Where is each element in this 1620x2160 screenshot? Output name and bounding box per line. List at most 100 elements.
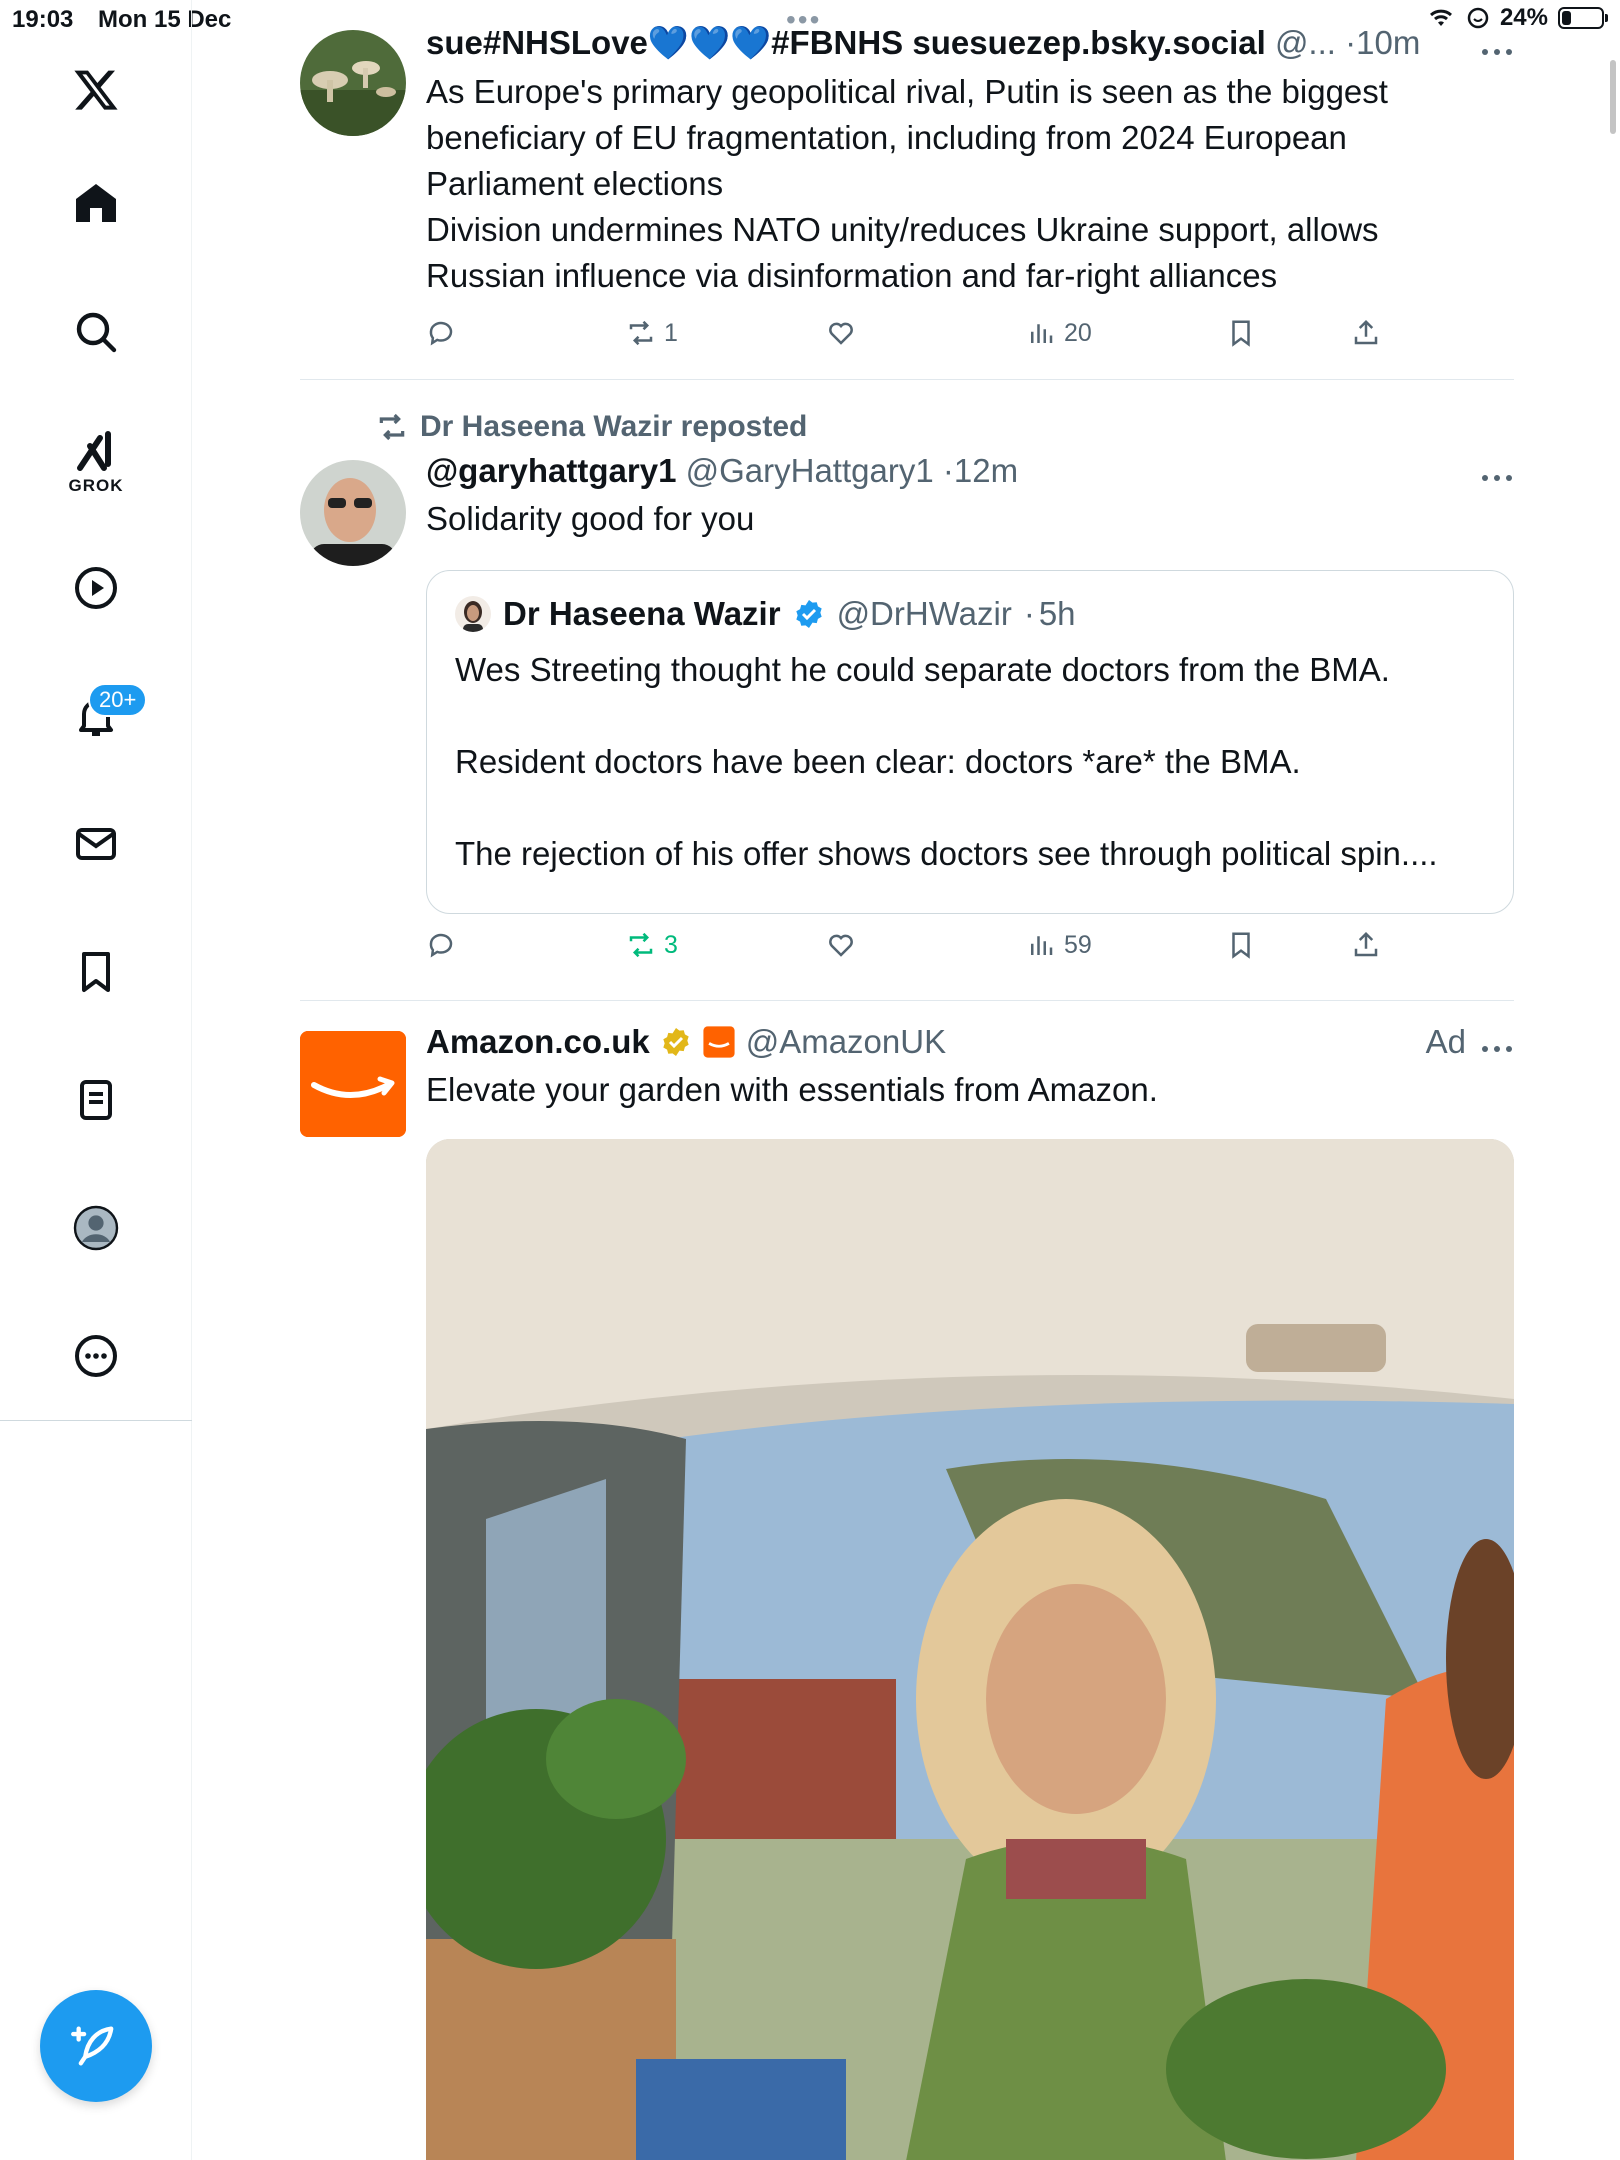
timestamp[interactable]: 12m xyxy=(954,452,1018,489)
repost-icon xyxy=(629,932,653,958)
repost-count: 3 xyxy=(664,930,678,959)
share-icon xyxy=(1354,931,1378,957)
repost-icon xyxy=(629,320,653,346)
search-icon[interactable] xyxy=(66,302,126,362)
ad-image[interactable] xyxy=(426,1139,1514,2160)
share-icon xyxy=(1354,319,1378,345)
view-count: 20 xyxy=(1064,318,1092,347)
display-name[interactable]: @garyhattgary1 xyxy=(426,452,676,489)
repost-icon xyxy=(379,413,405,441)
home-icon[interactable] xyxy=(66,174,126,234)
display-name[interactable]: sue#NHSLove💙💙💙#FBNHS suesuezep.bsky.soci… xyxy=(426,24,1266,61)
tweet-line: Russian influence via disinformation and… xyxy=(426,257,1278,294)
bookmark-button[interactable] xyxy=(1226,318,1256,348)
view-count: 59 xyxy=(1064,930,1092,959)
amazon-logo-avatar[interactable] xyxy=(300,1031,406,1137)
tweet-text: Solidarity good for you xyxy=(426,500,755,537)
battery-icon xyxy=(1558,7,1608,29)
display-name[interactable]: Amazon.co.uk xyxy=(426,1023,650,1061)
lists-icon[interactable] xyxy=(66,1070,126,1130)
tweet[interactable]: Dr Haseena Wazir reposted @garyhattgary1… xyxy=(300,380,1514,1001)
quote-avatar xyxy=(455,596,491,632)
quoted-tweet[interactable]: Dr Haseena Wazir @DrHWazir · 5h Wes Stree… xyxy=(426,570,1514,914)
repost-label: Dr Haseena Wazir reposted xyxy=(420,410,808,443)
tweet-content: @garyhattgary1 @GaryHattgary1 ·12m Solid… xyxy=(426,452,1514,542)
x-logo-icon[interactable] xyxy=(66,60,126,120)
sidebar-divider xyxy=(0,1420,192,1421)
affiliate-badge-icon xyxy=(703,1026,735,1058)
separator-dot: · xyxy=(1345,24,1357,61)
battery-fill xyxy=(1562,11,1571,25)
tweet[interactable]: sue#NHSLove💙💙💙#FBNHS suesuezep.bsky.soci… xyxy=(300,0,1514,380)
reply-button[interactable] xyxy=(426,318,464,348)
feather-plus-icon xyxy=(71,2026,114,2066)
avatar[interactable] xyxy=(300,30,406,136)
grok-label: GROK xyxy=(68,476,124,495)
share-button[interactable] xyxy=(1351,318,1381,348)
analytics-icon xyxy=(1031,324,1053,343)
scrollbar[interactable] xyxy=(1610,60,1616,134)
handle[interactable]: @GaryHattgary1 xyxy=(686,452,934,489)
verified-badge-icon xyxy=(795,600,822,628)
tweet-content: sue#NHSLove💙💙💙#FBNHS suesuezep.bsky.soci… xyxy=(426,24,1514,299)
bookmark-icon[interactable] xyxy=(66,942,126,1002)
heart-icon xyxy=(829,934,853,957)
tweet-line: Division undermines NATO unity/reduces U… xyxy=(426,211,1379,248)
repost-context[interactable]: Dr Haseena Wazir reposted xyxy=(376,410,807,444)
tweet-text: Elevate your garden with essentials from… xyxy=(426,1071,1158,1108)
notifications-badge: 20+ xyxy=(88,683,148,717)
bookmark-icon xyxy=(1232,320,1250,347)
quote-handle[interactable]: @DrHWazir xyxy=(837,595,1012,633)
tweet-line: As Europe's primary geopolitical rival, … xyxy=(426,73,1388,110)
quote-paragraph xyxy=(455,785,1485,831)
repost-button[interactable]: 3 xyxy=(626,930,678,960)
tweet-header: sue#NHSLove💙💙💙#FBNHS suesuezep.bsky.soci… xyxy=(426,24,1514,63)
like-button[interactable] xyxy=(826,930,864,960)
more-icon[interactable] xyxy=(1480,468,1514,488)
handle[interactable]: @... xyxy=(1275,24,1336,61)
share-button[interactable] xyxy=(1351,930,1381,960)
ad-label: Ad xyxy=(1425,1023,1466,1060)
more-icon[interactable] xyxy=(1480,1039,1514,1059)
messages-envelope-icon[interactable] xyxy=(66,814,126,874)
quote-paragraph: Resident doctors have been clear: doctor… xyxy=(455,743,1301,780)
separator-dot: · xyxy=(942,452,954,489)
tweet-actions: 1 20 xyxy=(426,318,1378,358)
views-button[interactable]: 20 xyxy=(1026,318,1092,348)
separator-dot: · xyxy=(1023,595,1035,632)
avatar[interactable] xyxy=(300,460,406,566)
timeline-feed: sue#NHSLove💙💙💙#FBNHS suesuezep.bsky.soci… xyxy=(300,0,1514,2160)
repost-button[interactable]: 1 xyxy=(626,318,678,348)
bookmark-button[interactable] xyxy=(1226,930,1256,960)
heart-icon xyxy=(829,322,853,345)
bookmark-icon xyxy=(1232,932,1250,959)
profile-avatar-icon[interactable] xyxy=(66,1198,126,1258)
more-icon[interactable] xyxy=(1480,42,1514,62)
reply-button[interactable] xyxy=(426,930,464,960)
tweet-header: @garyhattgary1 @GaryHattgary1 ·12m xyxy=(426,452,1514,490)
views-button[interactable]: 59 xyxy=(1026,930,1092,960)
compose-post-button[interactable] xyxy=(40,1990,152,2102)
like-button[interactable] xyxy=(826,318,864,348)
ad-tweet[interactable]: Amazon.co.uk @AmazonUK Ad Elevate your g… xyxy=(300,1001,1514,2160)
more-options-icon[interactable] xyxy=(66,1326,126,1386)
video-play-icon[interactable] xyxy=(66,558,126,618)
quote-display-name[interactable]: Dr Haseena Wazir xyxy=(503,595,781,633)
quote-timestamp[interactable]: 5h xyxy=(1039,595,1076,633)
reply-icon xyxy=(429,321,453,346)
grok-icon[interactable] xyxy=(66,422,126,482)
tweet-text: As Europe's primary geopolitical rival, … xyxy=(426,69,1514,299)
analytics-icon xyxy=(1031,936,1053,955)
reply-icon xyxy=(429,933,453,958)
tweet-line: beneficiary of EU fragmentation, includi… xyxy=(426,119,1347,156)
quote-paragraph: The rejection of his offer shows doctors… xyxy=(455,835,1438,872)
timestamp[interactable]: 10m xyxy=(1356,24,1420,61)
quote-text: Wes Streeting thought he could separate … xyxy=(455,647,1485,877)
quote-header: Dr Haseena Wazir @DrHWazir · 5h xyxy=(455,595,1485,633)
quote-paragraph: Wes Streeting thought he could separate … xyxy=(455,651,1390,688)
tweet-header: Amazon.co.uk @AmazonUK xyxy=(426,1023,1514,1061)
gold-verified-badge-icon xyxy=(663,1028,689,1056)
quote-paragraph xyxy=(455,693,1485,739)
handle[interactable]: @AmazonUK xyxy=(746,1023,946,1061)
tweet-actions: 3 59 xyxy=(426,930,1378,970)
